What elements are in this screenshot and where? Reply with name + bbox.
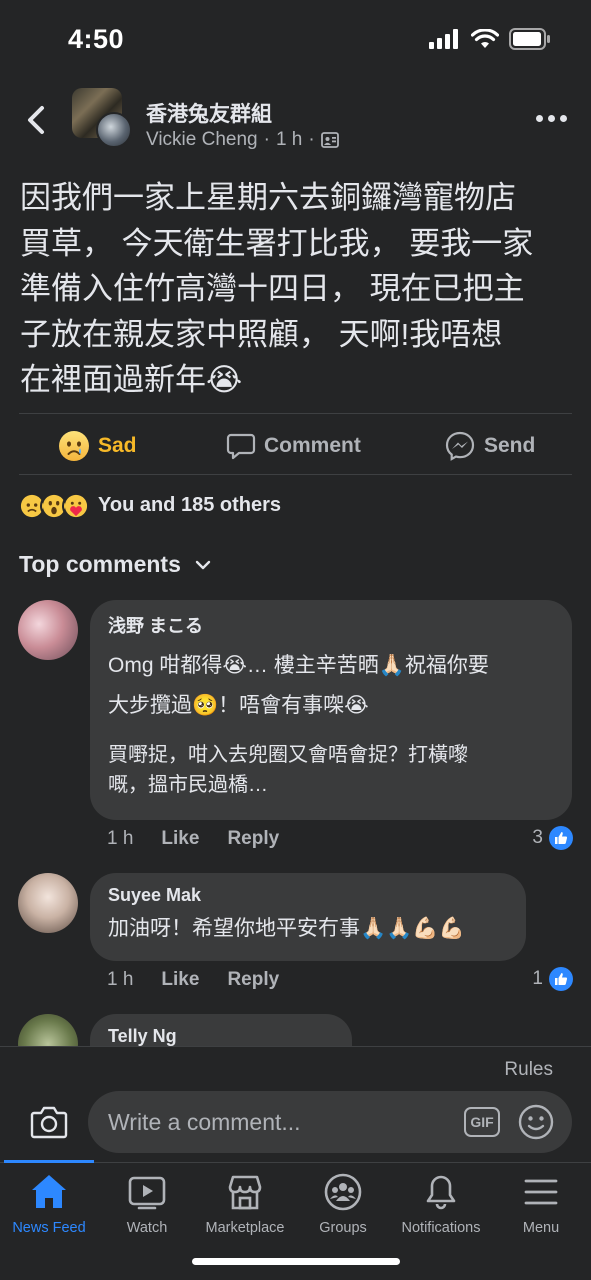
more-options-icon[interactable]	[536, 115, 567, 122]
comment-time[interactable]: 1 h	[107, 828, 133, 850]
tab-groups[interactable]: Groups	[294, 1172, 392, 1236]
comment-time[interactable]: 1 h	[107, 969, 133, 991]
marketplace-icon	[228, 1175, 262, 1210]
tab-label: Notifications	[401, 1220, 481, 1236]
comment-meta: 1 h Like Reply	[107, 969, 279, 991]
watch-icon	[128, 1176, 166, 1210]
chevron-down-icon	[195, 560, 211, 569]
post-meta: Vickie Cheng · 1 h ·	[146, 129, 339, 151]
comment-bubble: Suyee Mak 加油呀！希望你地平安冇事🙏🏻🙏🏻💪🏻💪🏻	[90, 873, 526, 961]
camera-icon[interactable]	[30, 1104, 68, 1140]
like-button[interactable]: Like	[161, 969, 199, 991]
send-button[interactable]: Send	[444, 424, 535, 468]
group-rules-link[interactable]: Rules	[504, 1059, 553, 1081]
status-time: 4:50	[68, 24, 125, 54]
divider	[19, 474, 572, 475]
comment-label: Comment	[264, 434, 361, 457]
reactions-summary[interactable]: You and 185 others	[98, 494, 281, 517]
meta-separator-2: ·	[308, 129, 315, 150]
sad-face-icon	[59, 431, 89, 461]
commenter-name[interactable]: Suyee Mak	[108, 885, 508, 906]
comment-bubble: 浅野 まこる Omg 咁都得😭… 樓主辛苦晒🙏🏻祝福你要 大步攬過🥺！唔會有事㗎…	[90, 600, 572, 820]
post-text: 因我們一家上星期六去銅鑼灣寵物店 買草， 今天衛生署打比我， 要我一家 準備入住…	[20, 180, 534, 398]
cellular-signal-icon	[429, 29, 458, 49]
tab-watch[interactable]: Watch	[98, 1172, 196, 1236]
like-button[interactable]: Like	[161, 828, 199, 850]
reaction-icons[interactable]	[18, 492, 90, 520]
comment-like-count[interactable]: 1	[532, 967, 573, 991]
gif-button[interactable]: GIF	[464, 1107, 500, 1137]
tab-menu[interactable]: Menu	[492, 1172, 590, 1236]
tab-label: Groups	[319, 1220, 367, 1236]
bell-icon	[426, 1175, 456, 1210]
menu-icon	[524, 1179, 558, 1205]
send-label: Send	[484, 434, 536, 457]
comment-icon	[226, 433, 256, 460]
sad-reaction-button[interactable]: Sad	[58, 424, 137, 468]
status-icons	[429, 28, 551, 50]
author-avatar	[96, 112, 132, 148]
home-indicator	[192, 1258, 400, 1265]
commenter-name[interactable]: 浅野 まこる	[108, 612, 554, 638]
post-author[interactable]: Vickie Cheng	[146, 129, 258, 151]
home-icon	[32, 1175, 66, 1208]
back-icon[interactable]	[22, 104, 50, 136]
thumbs-up-icon	[549, 967, 573, 991]
post-time[interactable]: 1 h	[276, 129, 302, 151]
comment-meta: 1 h Like Reply	[107, 828, 279, 850]
commenter-name[interactable]: Telly Ng	[108, 1026, 334, 1047]
comment-button[interactable]: Comment	[226, 424, 361, 468]
tab-label: Watch	[126, 1220, 168, 1236]
tab-notifications[interactable]: Notifications	[392, 1172, 490, 1236]
comment-text: Omg 咁都得😭… 樓主辛苦晒🙏🏻祝福你要 大步攬過🥺！唔會有事㗎😭	[108, 654, 489, 717]
battery-icon	[509, 28, 550, 50]
like-count-value: 1	[532, 968, 543, 989]
comment-sort-label: Top comments	[19, 551, 181, 577]
care-reaction-icon	[62, 492, 90, 520]
commenter-avatar[interactable]	[18, 873, 78, 933]
messenger-icon	[445, 431, 475, 461]
comment-text-continued: 買嘢捉，咁入去兜圈又會唔會捉？打橫嚟 嘅，搵市民過橋…	[108, 744, 468, 796]
like-count-value: 3	[532, 827, 543, 848]
groups-icon	[324, 1173, 362, 1211]
tab-label: Marketplace	[205, 1220, 285, 1236]
comment-text: 加油呀！希望你地平安冇事🙏🏻🙏🏻💪🏻💪🏻	[108, 917, 465, 940]
active-tab-indicator	[4, 1160, 94, 1163]
meta-separator: ·	[263, 129, 270, 150]
tab-label: Menu	[522, 1220, 560, 1236]
group-privacy-icon	[320, 132, 339, 148]
thumbs-up-icon	[549, 826, 573, 850]
tab-marketplace[interactable]: Marketplace	[196, 1172, 294, 1236]
tab-label: News Feed	[12, 1220, 86, 1236]
sad-label: Sad	[98, 434, 137, 457]
group-avatar[interactable]	[72, 88, 132, 148]
comment-sort-dropdown[interactable]: Top comments	[19, 551, 211, 578]
tab-news-feed[interactable]: News Feed	[0, 1172, 98, 1236]
commenter-avatar[interactable]	[18, 600, 78, 660]
emoji-icon[interactable]	[518, 1104, 554, 1140]
comment-like-count[interactable]: 3	[532, 826, 573, 850]
reply-button[interactable]: Reply	[227, 969, 279, 991]
group-name[interactable]: 香港兔友群組	[146, 98, 272, 128]
divider	[19, 413, 572, 414]
wifi-icon	[471, 29, 499, 48]
reply-button[interactable]: Reply	[227, 828, 279, 850]
